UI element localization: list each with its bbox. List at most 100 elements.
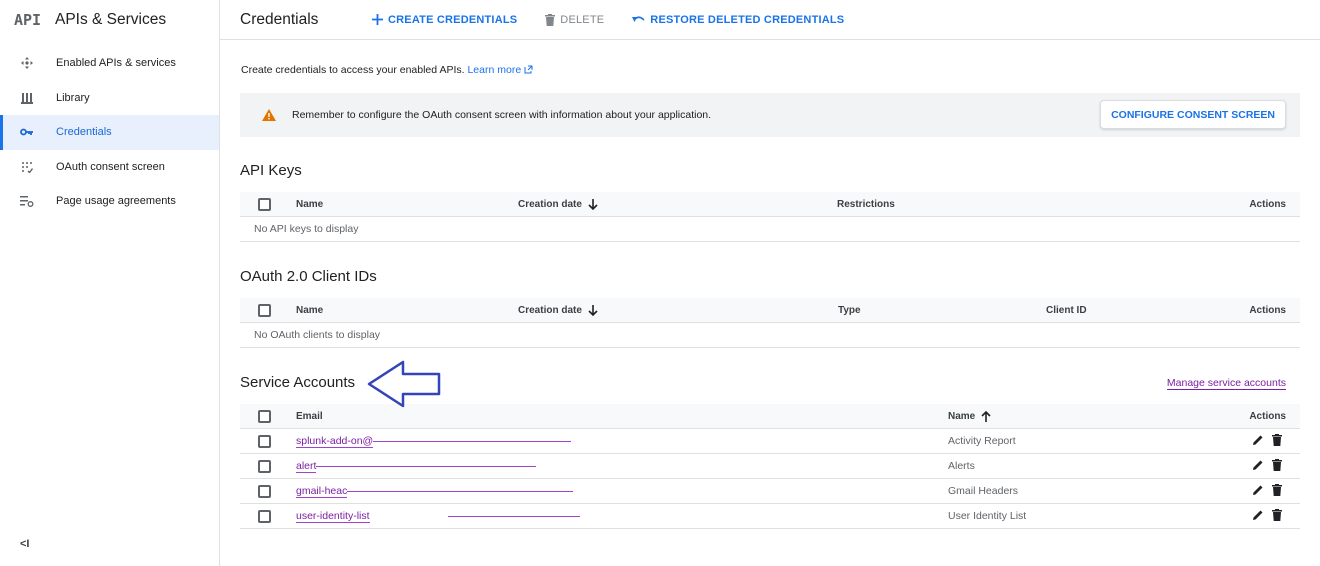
name-cell: Gmail Headers [948,485,1019,497]
collapse-sidebar-button[interactable]: <I [20,538,29,550]
arrow-down-icon [588,198,598,210]
row-actions [1252,479,1282,503]
sidebar-item-credentials[interactable]: Credentials [0,115,219,150]
sidebar-item-label: Enabled APIs & services [56,57,176,70]
email-text: splunk-add-on@ [296,434,374,447]
arrow-down-icon [588,304,598,316]
warning-icon [262,109,276,121]
email-text: gmail-heac [296,484,348,497]
column-type: Type [838,304,861,316]
column-creation-date[interactable]: Creation date [518,298,598,322]
email-link[interactable]: gmail-heac [296,484,348,498]
create-credentials-label: CREATE CREDENTIALS [388,13,518,26]
empty-message: No API keys to display [254,223,359,235]
empty-row: No OAuth clients to display [240,323,1300,348]
select-all-checkbox[interactable] [258,404,271,428]
delete-label: DELETE [560,13,605,26]
edit-icon[interactable] [1252,484,1264,499]
table-row: user-identity-list User Identity List [240,504,1300,529]
row-checkbox[interactable] [258,454,271,478]
create-credentials-button[interactable]: CREATE CREDENTIALS [372,14,517,26]
redaction-gap [370,516,448,517]
row-checkbox[interactable] [258,504,271,528]
email-cell: alert [296,454,537,478]
delete-icon[interactable] [1272,433,1282,449]
column-email: Email [296,410,323,422]
redacted-email [373,440,572,442]
table-row: gmail-heac Gmail Headers [240,479,1300,504]
oauth-title: OAuth 2.0 Client IDs [240,268,377,285]
sidebar-item-label: OAuth consent screen [56,160,165,173]
name-cell: User Identity List [948,510,1027,522]
annotation-arrow-icon [367,360,441,408]
column-name: Name [296,304,324,316]
sidebar-item-page-usage[interactable]: Page usage agreements [0,184,219,219]
sidebar-item-enabled-apis[interactable]: Enabled APIs & services [0,46,219,81]
configure-consent-screen-button[interactable]: CONFIGURE CONSENT SCREEN [1100,100,1286,129]
email-text: user-identity-list [296,509,370,522]
row-checkbox[interactable] [258,429,271,453]
restore-deleted-credentials-button[interactable]: RESTORE DELETED CREDENTIALS [632,14,844,26]
column-label: Creation date [518,198,582,210]
empty-row: No API keys to display [240,217,1300,242]
column-name[interactable]: Name [948,404,991,428]
checkbox-box [258,459,271,473]
page-title: Credentials [240,10,319,28]
arrow-up-icon [981,410,991,422]
checkbox-box [258,197,271,211]
restore-label: RESTORE DELETED CREDENTIALS [650,13,845,26]
library-icon [0,92,56,104]
column-creation-date[interactable]: Creation date [518,192,598,216]
column-actions: Actions [1249,410,1286,422]
consent-warning-banner: Remember to configure the OAuth consent … [240,93,1300,137]
row-actions [1252,454,1282,478]
row-checkbox[interactable] [258,479,271,503]
name-cell: Alerts [948,460,975,472]
delete-icon[interactable] [1272,458,1282,474]
intro-message: Create credentials to access your enable… [241,64,465,76]
table-header: Name Creation date Type Client ID Action… [240,298,1300,323]
edit-icon[interactable] [1252,459,1264,474]
enabled-apis-icon [0,56,56,70]
settings-list-icon [0,195,56,208]
service-accounts-table: Email Name Actions splunk-add-on@ Activi… [240,404,1300,529]
plus-icon [372,14,383,25]
api-keys-title: API Keys [240,162,302,179]
delete-icon[interactable] [1272,508,1282,524]
name-cell: Activity Report [948,435,1016,447]
sidebar-item-library[interactable]: Library [0,81,219,116]
sidebar-item-label: Credentials [56,126,112,139]
email-link[interactable]: splunk-add-on@ [296,434,374,448]
checkbox-box [258,509,271,523]
select-all-checkbox[interactable] [258,192,271,216]
column-label: Creation date [518,304,582,316]
manage-service-accounts-link[interactable]: Manage service accounts [1166,377,1286,390]
product-title: APIs & Services [55,11,167,28]
delete-icon[interactable] [1272,483,1282,499]
sidebar: API APIs & Services Enabled APIs & servi… [0,0,220,566]
sidebar-nav: Enabled APIs & services Library Credenti… [0,46,219,219]
sidebar-item-label: Library [56,91,90,104]
edit-icon[interactable] [1252,434,1264,449]
undo-icon [632,15,645,24]
edit-icon[interactable] [1252,509,1264,524]
column-restrictions: Restrictions [837,198,895,210]
email-cell: gmail-heac [296,479,574,503]
api-logo-icon: API [14,11,42,29]
email-link[interactable]: alert [296,459,317,473]
api-keys-table: Name Creation date Restrictions Actions … [240,192,1300,242]
email-text: alert [296,459,317,472]
email-link[interactable]: user-identity-list [296,510,370,523]
learn-more-link[interactable]: Learn more [467,64,533,76]
redacted-email [447,515,580,517]
delete-button[interactable]: DELETE [545,13,605,26]
redacted-email [347,490,574,492]
select-all-checkbox[interactable] [258,298,271,322]
redacted-email [316,465,537,467]
email-cell: user-identity-list [296,504,580,528]
sidebar-item-oauth-consent[interactable]: OAuth consent screen [0,150,219,185]
column-client-id: Client ID [1046,304,1087,316]
checkbox-box [258,434,271,448]
learn-more-label: Learn more [467,64,522,76]
intro-text: Create credentials to access your enable… [241,64,533,76]
